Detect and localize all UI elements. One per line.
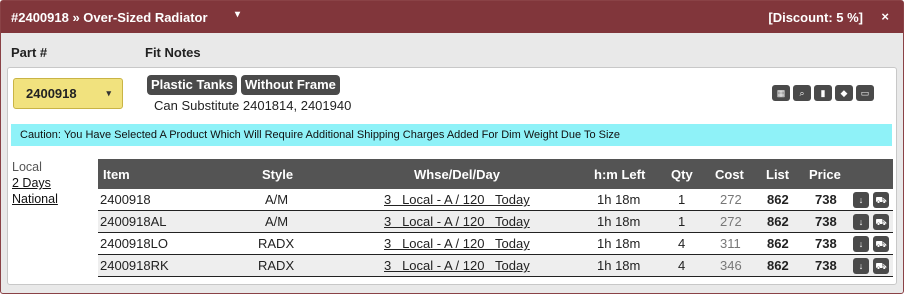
location-link-2-days[interactable]: 2 Days bbox=[12, 175, 58, 191]
cell-style: RADX bbox=[258, 236, 295, 251]
discount-label: [Discount: 5 %] bbox=[768, 10, 863, 25]
cell-price: 738 bbox=[815, 192, 837, 207]
table-row: 2400918AL A/M 3 Local - A / 120 Today 1h… bbox=[98, 211, 893, 233]
col-cost: Cost bbox=[715, 167, 744, 182]
col-price: Price bbox=[809, 167, 841, 182]
cell-item: 2400918AL bbox=[100, 214, 167, 229]
cell-item: 2400918RK bbox=[100, 258, 169, 273]
cell-cost: 272 bbox=[720, 214, 742, 229]
cell-hm-left: 1h 18m bbox=[597, 236, 641, 251]
cell-qty: 1 bbox=[678, 214, 686, 229]
part-column-header: Part # bbox=[11, 45, 48, 60]
table-row: 2400918RK RADX 3 Local - A / 120 Today 1… bbox=[98, 255, 893, 277]
cell-price: 738 bbox=[815, 258, 837, 273]
tool-buttons: ▦ ⌕ ▮ ◆ ▭ bbox=[772, 85, 874, 101]
table-header: Item Style Whse/Del/Day h:m Left Qty Cos… bbox=[98, 159, 893, 189]
fit-note-tag: Plastic Tanks bbox=[147, 75, 238, 95]
cell-style: RADX bbox=[258, 258, 295, 273]
tag-icon[interactable]: ◆ bbox=[835, 85, 853, 101]
cart-icon[interactable]: ⛟ bbox=[873, 192, 889, 208]
col-list: List bbox=[766, 167, 790, 182]
cell-hm-left: 1h 18m bbox=[597, 258, 641, 273]
comment-icon[interactable]: ▭ bbox=[856, 85, 874, 101]
cell-list: 862 bbox=[767, 192, 789, 207]
download-icon[interactable]: ↓ bbox=[853, 192, 869, 208]
col-item: Item bbox=[103, 167, 130, 182]
cell-list: 862 bbox=[767, 236, 789, 251]
cell-whse-link[interactable]: 3 Local - A / 120 Today bbox=[384, 214, 530, 229]
part-card: 2400918 ▾ Plastic Tanks Without Frame Ca… bbox=[7, 67, 897, 285]
col-qty: Qty bbox=[671, 167, 693, 182]
col-hm-left: h:m Left bbox=[594, 167, 646, 182]
download-icon[interactable]: ↓ bbox=[853, 214, 869, 230]
cell-whse-link[interactable]: 3 Local - A / 120 Today bbox=[384, 258, 530, 273]
cell-list: 862 bbox=[767, 258, 789, 273]
cell-hm-left: 1h 18m bbox=[597, 192, 641, 207]
cell-price: 738 bbox=[815, 214, 837, 229]
cell-cost: 346 bbox=[720, 258, 742, 273]
chevron-down-icon: ▾ bbox=[106, 88, 111, 98]
substitute-note: Can Substitute 2401814, 2401940 bbox=[154, 98, 352, 113]
part-number-value: 2400918 bbox=[26, 86, 77, 101]
download-icon[interactable]: ↓ bbox=[853, 258, 869, 274]
part-number-select[interactable]: 2400918 ▾ bbox=[13, 78, 123, 109]
cart-icon[interactable]: ⛟ bbox=[873, 214, 889, 230]
title-bar: #2400918 » Over-Sized Radiator ▾ [Discou… bbox=[1, 1, 903, 33]
cell-price: 738 bbox=[815, 236, 837, 251]
table-row: 2400918 A/M 3 Local - A / 120 Today 1h 1… bbox=[98, 189, 893, 211]
cell-list: 862 bbox=[767, 214, 789, 229]
chart-icon[interactable]: ▮ bbox=[814, 85, 832, 101]
quote-panel: #2400918 » Over-Sized Radiator ▾ [Discou… bbox=[0, 0, 904, 294]
cell-style: A/M bbox=[265, 192, 289, 207]
location-link-national[interactable]: National bbox=[12, 191, 58, 207]
cell-whse-link[interactable]: 3 Local - A / 120 Today bbox=[384, 236, 530, 251]
cell-item: 2400918LO bbox=[100, 236, 168, 251]
col-whse: Whse/Del/Day bbox=[414, 167, 500, 182]
cell-qty: 4 bbox=[678, 236, 686, 251]
title-chevron-down-icon[interactable]: ▾ bbox=[235, 9, 240, 20]
cell-hm-left: 1h 18m bbox=[597, 214, 641, 229]
cell-style: A/M bbox=[265, 214, 289, 229]
close-icon[interactable]: × bbox=[881, 9, 889, 24]
table-row: 2400918LO RADX 3 Local - A / 120 Today 1… bbox=[98, 233, 893, 255]
cart-icon[interactable]: ⛟ bbox=[873, 258, 889, 274]
grid-icon[interactable]: ▦ bbox=[772, 85, 790, 101]
search-icon[interactable]: ⌕ bbox=[793, 85, 811, 101]
fit-notes-column-header: Fit Notes bbox=[145, 45, 201, 60]
location-filter: Local 2 Days National bbox=[12, 159, 58, 207]
panel-title: #2400918 » Over-Sized Radiator bbox=[11, 10, 208, 25]
cell-qty: 1 bbox=[678, 192, 686, 207]
cell-cost: 311 bbox=[720, 236, 741, 251]
cell-whse-link[interactable]: 3 Local - A / 120 Today bbox=[384, 192, 530, 207]
caution-banner: Caution: You Have Selected A Product Whi… bbox=[11, 124, 892, 146]
col-style: Style bbox=[262, 167, 294, 182]
cell-qty: 4 bbox=[678, 258, 686, 273]
cart-icon[interactable]: ⛟ bbox=[873, 236, 889, 252]
location-current: Local bbox=[12, 160, 42, 174]
download-icon[interactable]: ↓ bbox=[853, 236, 869, 252]
fit-note-tag: Without Frame bbox=[241, 75, 340, 95]
cell-item: 2400918 bbox=[100, 192, 151, 207]
cell-cost: 272 bbox=[720, 192, 742, 207]
